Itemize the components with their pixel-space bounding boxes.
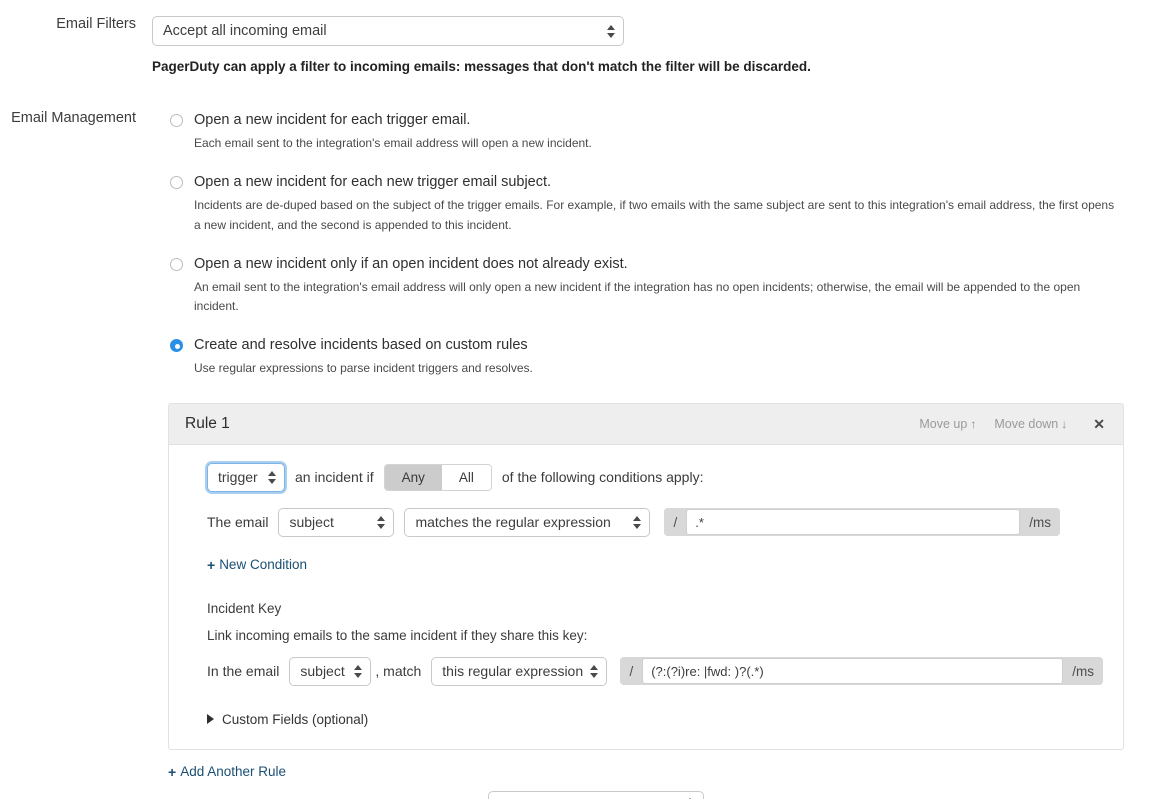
email-filters-selected-value: Accept all incoming email: [163, 23, 327, 39]
condition-row: The email subject matches the regular ex…: [207, 507, 1103, 537]
move-down-label: Move down: [994, 416, 1059, 431]
radio-icon[interactable]: [170, 257, 183, 271]
plus-icon: +: [207, 556, 216, 573]
move-up-button[interactable]: Move up ↑: [919, 417, 976, 431]
rule-title: Rule 1: [185, 414, 230, 432]
radio-option-title: Open a new incident for each trigger ema…: [194, 112, 471, 128]
condition-regex-group: / /ms: [664, 508, 1060, 537]
condition-field-select[interactable]: subject: [278, 507, 395, 537]
email-filters-select[interactable]: Accept all incoming email: [152, 16, 624, 46]
rule-card-body: trigger an incident if Any All of the fo…: [169, 445, 1123, 749]
arrow-up-icon: ↑: [970, 416, 977, 431]
incident-key-row: In the email subject , match this regula…: [207, 656, 1103, 686]
incident-key-regex-input[interactable]: [642, 658, 1064, 685]
close-icon[interactable]: ✕: [1089, 417, 1109, 431]
fallback-action-select[interactable]: create a generic incident: [487, 790, 704, 799]
radio-option-description: An email sent to the integration's email…: [194, 279, 1081, 314]
chevron-updown-icon: [606, 23, 615, 39]
regex-prefix-slash: /: [664, 508, 687, 537]
incident-key-operator-select[interactable]: this regular expression: [431, 656, 608, 686]
move-up-label: Move up: [919, 416, 968, 431]
add-another-rule-button[interactable]: + Add Another Rule: [168, 764, 286, 780]
email-integration-settings-page: Email Filters Accept all incoming email …: [0, 16, 1152, 799]
radio-option-title: Open a new incident only if an open inci…: [194, 255, 628, 272]
condition-operator-select[interactable]: matches the regular expression: [404, 507, 651, 537]
condition-field-value: subject: [289, 514, 334, 531]
rule-action-row: trigger an incident if Any All of the fo…: [207, 462, 1103, 492]
radio-option-open-incident-exists[interactable]: Open a new incident only if an open inci…: [170, 255, 1124, 317]
match-any-option[interactable]: Any: [384, 464, 442, 490]
radio-icon[interactable]: [170, 114, 183, 127]
radio-option-title: Create and resolve incidents based on cu…: [194, 337, 528, 354]
rule-action-value: trigger: [218, 469, 258, 486]
radio-option-description: Incidents are de-duped based on the subj…: [194, 198, 1115, 232]
radio-option-description: Each email sent to the integration's ema…: [194, 136, 592, 151]
incident-key-middle-text: , match: [375, 663, 422, 680]
incident-key-field-value: subject: [300, 663, 345, 680]
new-condition-label: New Condition: [219, 557, 307, 573]
add-another-rule-label: Add Another Rule: [180, 764, 287, 780]
regex-suffix-flags: /ms: [1020, 508, 1060, 537]
radio-option-description: Use regular expressions to parse inciden…: [194, 361, 533, 376]
plus-icon: +: [168, 763, 177, 780]
new-condition-button[interactable]: + New Condition: [207, 557, 307, 573]
chevron-updown-icon: [376, 514, 385, 530]
email-filters-label: Email Filters: [56, 16, 136, 32]
conditions-suffix-text: of the following conditions apply:: [501, 469, 704, 486]
chevron-updown-icon: [353, 663, 362, 679]
email-filters-help-text: PagerDuty can apply a filter to incoming…: [152, 59, 811, 74]
condition-regex-input[interactable]: [686, 509, 1021, 536]
rule-card: Rule 1 Move up ↑ Move down ↓ ✕ trigger an …: [168, 402, 1124, 750]
email-management-row: Email Management Open a new incident for…: [0, 110, 1152, 379]
fallback-row: If an email does not match any of the ru…: [168, 790, 1152, 799]
incident-key-regex-group: / /ms: [620, 657, 1103, 686]
radio-icon[interactable]: [170, 176, 183, 190]
rules-footer: + Add Another Rule If an email does not …: [168, 764, 1152, 799]
incident-key-operator-value: this regular expression: [442, 663, 584, 680]
incident-key-prefix-text: In the email: [207, 663, 280, 680]
condition-operator-value: matches the regular expression: [415, 514, 611, 531]
rule-action-select[interactable]: trigger: [207, 462, 285, 492]
email-management-label: Email Management: [11, 110, 136, 126]
chevron-updown-icon: [632, 514, 641, 530]
regex-prefix-slash: /: [620, 657, 643, 686]
arrow-down-icon: ↓: [1061, 416, 1068, 431]
chevron-updown-icon: [267, 469, 276, 485]
custom-fields-disclosure[interactable]: Custom Fields (optional): [207, 712, 1103, 727]
radio-option-custom-rules[interactable]: Create and resolve incidents based on cu…: [170, 336, 1124, 378]
custom-fields-label: Custom Fields (optional): [222, 711, 369, 727]
match-all-option[interactable]: All: [441, 464, 491, 490]
incident-key-title: Incident Key: [207, 600, 282, 616]
chevron-updown-icon: [589, 663, 598, 679]
radio-option-new-subject[interactable]: Open a new incident for each new trigger…: [170, 173, 1124, 235]
radio-option-title: Open a new incident for each new trigger…: [194, 174, 552, 191]
incident-key-subtitle: Link incoming emails to the same inciden…: [207, 627, 588, 643]
regex-suffix-flags: /ms: [1063, 657, 1103, 686]
radio-icon-selected[interactable]: [170, 339, 183, 353]
email-management-radio-group: Open a new incident for each trigger ema…: [170, 110, 1124, 379]
rule-card-header: Rule 1 Move up ↑ Move down ↓ ✕: [169, 403, 1123, 445]
triangle-right-icon: [207, 714, 214, 725]
radio-option-trigger-email[interactable]: Open a new incident for each trigger ema…: [170, 111, 1124, 153]
condition-prefix-text: The email: [207, 514, 269, 531]
rule-action-text: an incident if: [295, 469, 374, 486]
match-mode-toggle[interactable]: Any All: [383, 463, 492, 491]
move-down-button[interactable]: Move down ↓: [994, 417, 1067, 431]
incident-key-field-select[interactable]: subject: [289, 656, 372, 686]
email-filters-row: Email Filters Accept all incoming email …: [0, 16, 1152, 74]
